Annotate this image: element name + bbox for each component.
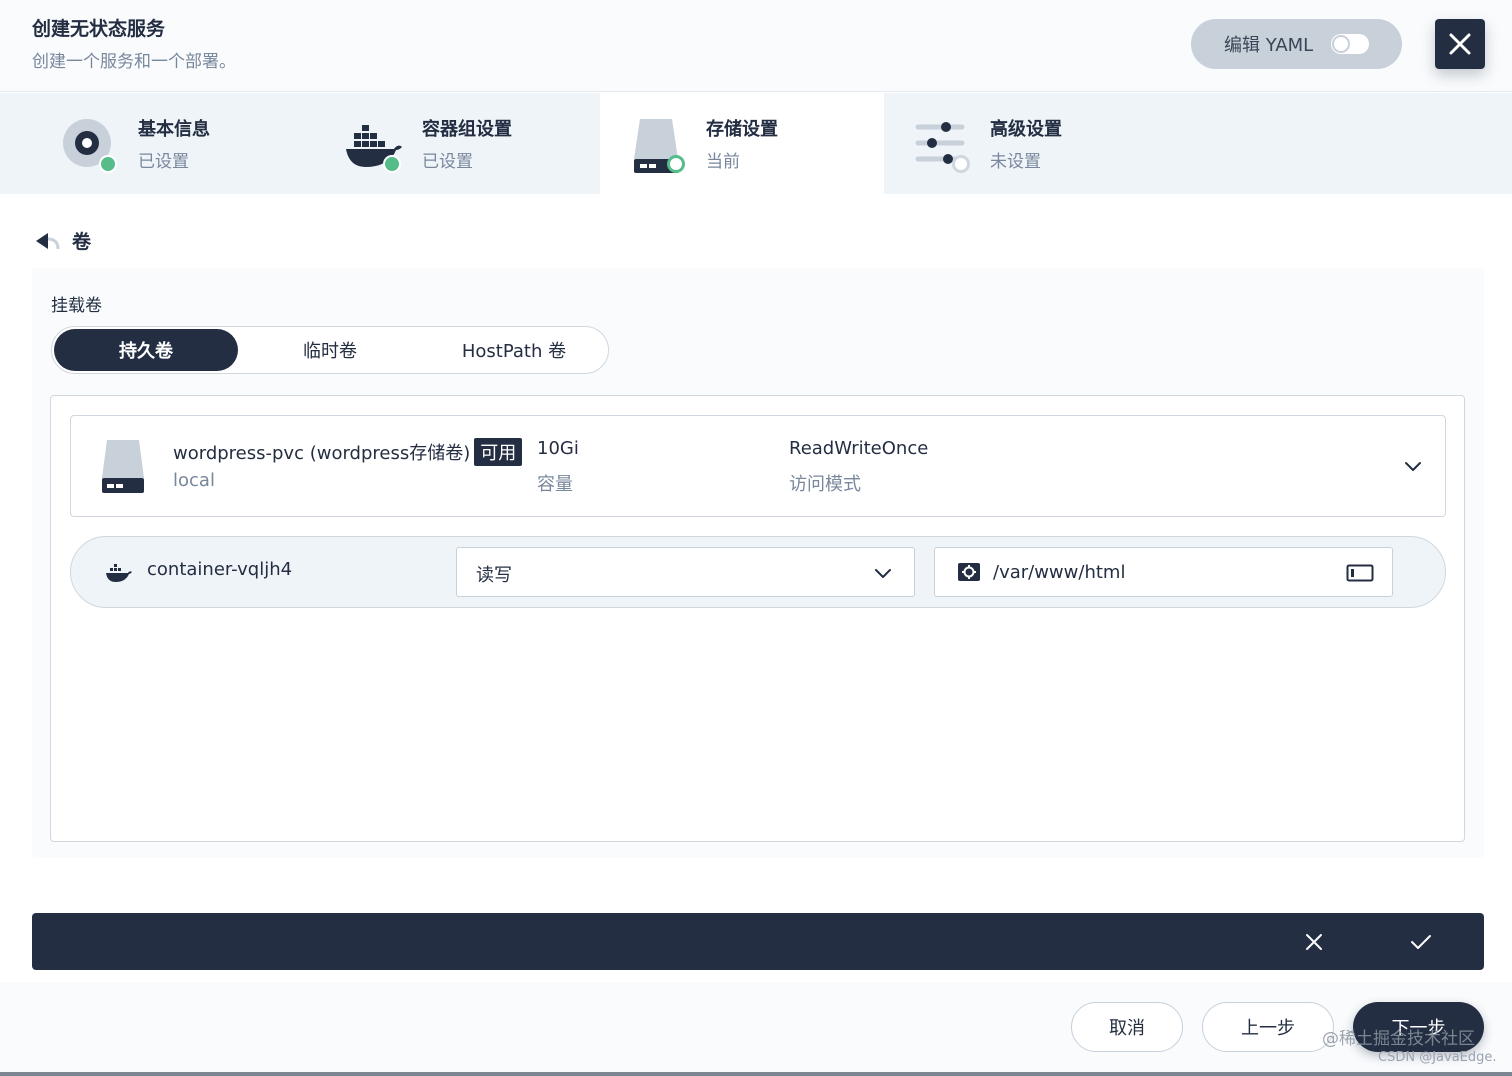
yaml-switch-knob (1332, 35, 1350, 53)
watermark: @稀土掘金技术社区 (1322, 1029, 1475, 1049)
docker-icon (106, 564, 132, 582)
mount-path-icon (958, 563, 980, 581)
modal-footer: 取消 上一步 下一步 (0, 982, 1512, 1076)
mount-action-bar (32, 913, 1484, 970)
edit-yaml-label: 编辑 YAML (1224, 35, 1314, 56)
volume-name: wordpress-pvc (wordpress存储卷) 可用 (173, 438, 523, 466)
yaml-switch[interactable] (1331, 34, 1369, 54)
close-icon (1449, 33, 1471, 55)
container-name: container-vqljh4 (147, 559, 293, 580)
step-advanced-settings[interactable]: 高级设置 未设置 (884, 93, 1168, 194)
modal-header: 创建无状态服务 创建一个服务和一个部署。 编辑 YAML (0, 0, 1512, 92)
cancel-mount-button[interactable] (1299, 927, 1329, 957)
step-title: 容器组设置 (422, 119, 512, 140)
back-arrow-icon (36, 232, 60, 249)
capacity-label: 容量 (537, 474, 573, 495)
page-title: 创建无状态服务 (32, 18, 166, 40)
storage-icon (102, 440, 144, 493)
capacity-value: 10Gi (537, 438, 579, 459)
step-done-dot (383, 155, 401, 173)
mount-path-field[interactable] (934, 547, 1393, 597)
check-icon (1411, 935, 1431, 949)
tab-hostpath-volume[interactable]: HostPath 卷 (422, 329, 606, 371)
step-basic-info[interactable]: 基本信息 已设置 (0, 93, 284, 194)
tab-persistent-volume[interactable]: 持久卷 (54, 329, 238, 371)
credit-text: CSDN @JavaEdge. (1378, 1050, 1497, 1065)
chevron-down-icon (875, 569, 891, 578)
mount-volume-label: 挂载卷 (51, 296, 102, 316)
step-title: 高级设置 (990, 119, 1062, 140)
close-icon (1306, 934, 1322, 950)
back-label: 卷 (72, 231, 92, 253)
step-pending-dot (952, 155, 970, 173)
close-button[interactable] (1435, 19, 1485, 69)
page-subtitle: 创建一个服务和一个部署。 (32, 52, 236, 72)
access-mode-select[interactable]: 读写 (456, 547, 915, 597)
volume-type-tabs: 持久卷 临时卷 HostPath 卷 (51, 326, 609, 374)
step-title: 存储设置 (706, 119, 778, 140)
confirm-mount-button[interactable] (1406, 927, 1436, 957)
access-mode-selected: 读写 (476, 565, 512, 586)
cancel-button[interactable]: 取消 (1071, 1002, 1183, 1052)
access-mode-value: ReadWriteOnce (789, 438, 929, 459)
edit-yaml-toggle[interactable]: 编辑 YAML (1191, 19, 1402, 69)
step-status: 已设置 (422, 152, 473, 172)
step-status: 当前 (706, 152, 740, 172)
access-mode-label: 访问模式 (789, 474, 861, 495)
wizard-steps: 基本信息 已设置 容器组设置 已设置 存储设置 当前 高级设置 未设置 (0, 93, 1512, 194)
volume-name-text: wordpress-pvc (wordpress存储卷) (173, 443, 471, 464)
step-title: 基本信息 (138, 119, 210, 140)
step-current-dot (667, 155, 685, 173)
step-status: 未设置 (990, 152, 1041, 172)
step-status: 已设置 (138, 152, 189, 172)
status-badge: 可用 (474, 438, 523, 466)
container-mount-row: container-vqljh4 读写 (70, 536, 1446, 608)
step-storage-settings[interactable]: 存储设置 当前 (600, 93, 884, 194)
chevron-down-icon[interactable] (1403, 456, 1423, 476)
mount-path-input[interactable] (993, 554, 1323, 590)
tab-temporary-volume[interactable]: 临时卷 (238, 329, 422, 371)
volume-card[interactable]: wordpress-pvc (wordpress存储卷) 可用 local 10G… (70, 415, 1446, 517)
previous-step-button[interactable]: 上一步 (1202, 1002, 1334, 1052)
step-container-settings[interactable]: 容器组设置 已设置 (284, 93, 568, 194)
back-link[interactable]: 卷 (34, 227, 91, 254)
storage-class: local (173, 470, 215, 491)
subpath-icon[interactable] (1346, 563, 1374, 583)
step-done-dot (99, 155, 117, 173)
